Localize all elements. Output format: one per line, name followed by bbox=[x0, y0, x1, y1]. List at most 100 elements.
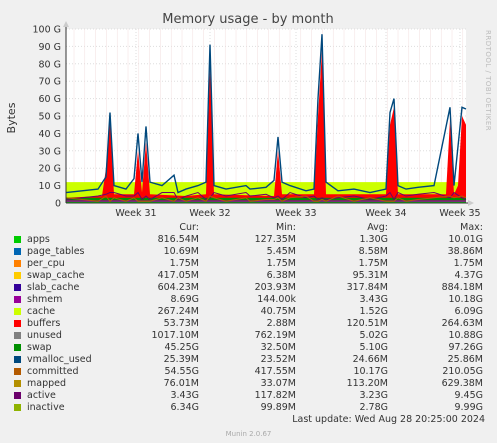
legend-min: 6.38M bbox=[266, 270, 296, 281]
legend-min: 40.75M bbox=[260, 306, 296, 317]
legend-swatch bbox=[14, 272, 21, 279]
legend-max: 25.86M bbox=[447, 354, 483, 365]
legend-label: shmem bbox=[27, 294, 63, 305]
legend-swatch bbox=[14, 392, 21, 399]
legend-min: 32.50M bbox=[260, 342, 296, 353]
legend-swatch bbox=[14, 368, 21, 375]
y-axis-label: Bytes bbox=[5, 102, 18, 133]
legend-max: 884.18M bbox=[441, 282, 483, 293]
rrdtool-credit: RRDTOOL / TOBI OETIKER bbox=[484, 30, 492, 131]
legend-max: 38.86M bbox=[447, 246, 483, 257]
x-tick-label: Week 35 bbox=[439, 208, 480, 219]
legend-min: 127.35M bbox=[254, 234, 296, 245]
legend-min: 417.55M bbox=[254, 366, 296, 377]
legend-row-committed: committed 54.55G 417.55M 10.17G 210.05G bbox=[0, 366, 497, 378]
legend-min: 33.07M bbox=[260, 378, 296, 389]
legend-swatch bbox=[14, 332, 21, 339]
legend-max: 9.45G bbox=[454, 390, 483, 401]
legend-min: 5.45M bbox=[266, 246, 296, 257]
legend-label: committed bbox=[27, 366, 79, 377]
x-tick-label: Week 34 bbox=[365, 208, 406, 219]
legend-row-shmem: shmem 8.69G 144.00k 3.43G 10.18G bbox=[0, 294, 497, 306]
legend-avg: 113.20M bbox=[346, 378, 388, 389]
legend-row-active: active 3.43G 117.82M 3.23G 9.45G bbox=[0, 390, 497, 402]
legend-max: 1.75M bbox=[453, 258, 483, 269]
legend-swatch bbox=[14, 284, 21, 291]
legend-min: 117.82M bbox=[254, 390, 296, 401]
legend-row-apps: apps 816.54M 127.35M 1.30G 10.01G bbox=[0, 234, 497, 246]
memory-chart: Memory usage - by month Bytes RRDTOOL / … bbox=[5, 12, 492, 219]
legend-max: 10.01G bbox=[448, 234, 483, 245]
legend-cur: 76.01M bbox=[163, 378, 199, 389]
legend-label: cache bbox=[27, 306, 56, 317]
legend-cur: 1.75M bbox=[169, 258, 199, 269]
legend-swatch bbox=[14, 248, 21, 255]
legend-cur: 1017.10M bbox=[151, 330, 199, 341]
chart-title: Memory usage - by month bbox=[162, 12, 333, 27]
legend-cur: 267.24M bbox=[157, 306, 199, 317]
y-tick-label: 50 G bbox=[39, 112, 61, 123]
y-ticks: 0 10 G 20 G 30 G 40 G 50 G 60 G 70 G 80 G 90 G 100… bbox=[32, 25, 61, 210]
legend-swatch bbox=[14, 380, 21, 387]
legend-cur: 8.69G bbox=[170, 294, 199, 305]
y-tick-label: 10 G bbox=[39, 181, 61, 192]
legend-min: 2.88M bbox=[266, 318, 296, 329]
y-tick-label: 30 G bbox=[39, 146, 61, 157]
y-tick-label: 0 bbox=[55, 199, 61, 210]
legend-label: swap_cache bbox=[27, 270, 85, 281]
legend-min: 762.19M bbox=[254, 330, 296, 341]
legend-avg: 2.78G bbox=[359, 402, 388, 413]
legend-max: 10.18G bbox=[448, 294, 483, 305]
legend-label: per_cpu bbox=[27, 258, 65, 269]
x-tick-label: Week 33 bbox=[275, 208, 316, 219]
x-tick-label: Week 31 bbox=[115, 208, 156, 219]
legend-avg: 5.10G bbox=[359, 342, 388, 353]
y-tick-label: 90 G bbox=[39, 42, 61, 53]
y-axis-arrow bbox=[63, 21, 69, 27]
legend-min: 144.00k bbox=[257, 294, 296, 305]
legend-cur: 25.39M bbox=[163, 354, 199, 365]
legend-swatch bbox=[14, 260, 21, 267]
legend-min: 1.75M bbox=[266, 258, 296, 269]
y-tick-label: 20 G bbox=[39, 164, 61, 175]
legend-row-per_cpu: per_cpu 1.75M 1.75M 1.75M 1.75M bbox=[0, 258, 497, 270]
legend-avg: 317.84M bbox=[346, 282, 388, 293]
y-tick-label: 70 G bbox=[39, 77, 61, 88]
legend-row-page_tables: page_tables 10.69M 5.45M 8.58M 38.86M bbox=[0, 246, 497, 258]
legend-swatch bbox=[14, 404, 21, 411]
legend-max: 264.63M bbox=[441, 318, 483, 329]
legend-min: 99.89M bbox=[260, 402, 296, 413]
legend-label: vmalloc_used bbox=[27, 354, 92, 365]
legend-cur: 45.25G bbox=[164, 342, 199, 353]
last-update: Last update: Wed Aug 28 20:25:00 2024 bbox=[292, 414, 485, 425]
y-tick-label: 60 G bbox=[39, 94, 61, 105]
legend-avg: 1.52G bbox=[359, 306, 388, 317]
legend-header: Cur: Min: Avg: Max: bbox=[0, 222, 497, 234]
legend-label: inactive bbox=[27, 402, 65, 413]
legend-cur: 417.05M bbox=[157, 270, 199, 281]
legend-avg: 3.23G bbox=[359, 390, 388, 401]
legend-avg: 1.30G bbox=[359, 234, 388, 245]
legend-max: 10.88G bbox=[448, 330, 483, 341]
legend-cur: 3.43G bbox=[170, 390, 199, 401]
legend-row-unused: unused 1017.10M 762.19M 5.02G 10.88G bbox=[0, 330, 497, 342]
legend-label: apps bbox=[27, 234, 50, 245]
legend-label: unused bbox=[27, 330, 62, 341]
legend-avg: 1.75M bbox=[358, 258, 388, 269]
y-tick-label: 40 G bbox=[39, 129, 61, 140]
legend-avg: 8.58M bbox=[358, 246, 388, 257]
legend-row-vmalloc_used: vmalloc_used 25.39M 23.52M 24.66M 25.86M bbox=[0, 354, 497, 366]
y-tick-label: 100 G bbox=[32, 25, 61, 36]
munin-version: Munin 2.0.67 bbox=[225, 430, 272, 438]
y-tick-label: 80 G bbox=[39, 59, 61, 70]
legend-avg: 5.02G bbox=[359, 330, 388, 341]
legend-avg: 120.51M bbox=[346, 318, 388, 329]
x-tick-label: Week 32 bbox=[189, 208, 230, 219]
x-ticks: Week 31 Week 32 Week 33 Week 34 Week 35 bbox=[115, 208, 480, 219]
legend-cur: 54.55G bbox=[164, 366, 199, 377]
legend-max: 97.26G bbox=[448, 342, 483, 353]
legend-avg: 3.43G bbox=[359, 294, 388, 305]
x-axis-arrow bbox=[468, 200, 474, 206]
legend-max: 6.09G bbox=[454, 306, 483, 317]
legend-swatch bbox=[14, 308, 21, 315]
